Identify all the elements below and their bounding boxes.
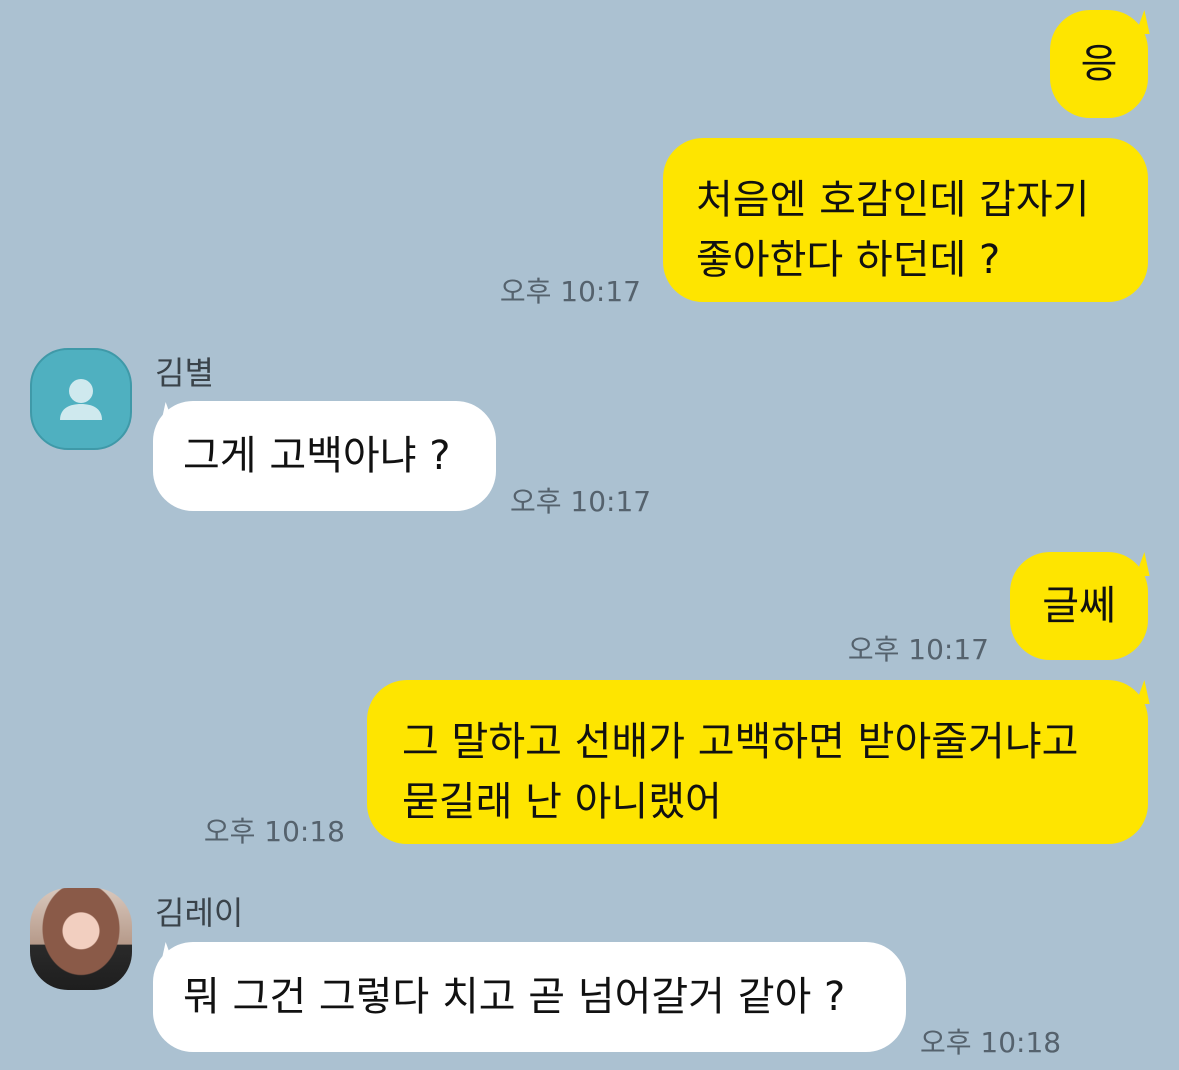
bubble-tail <box>1135 680 1173 704</box>
bubble-tail <box>1135 552 1173 576</box>
my-message-bubble[interactable]: 글쎄 <box>1010 552 1148 660</box>
my-message-bubble[interactable]: 처음엔 호감인데 갑자기 좋아한다 하던데 ? <box>663 138 1148 302</box>
their-message-bubble[interactable]: 뭐 그건 그렇다 치고 곧 넘어갈거 같아 ? <box>153 942 906 1052</box>
message-timestamp: 오후 10:18 <box>203 815 345 848</box>
default-person-icon <box>60 379 102 420</box>
avatar[interactable] <box>30 888 132 990</box>
message-timestamp: 오후 10:17 <box>847 633 989 666</box>
my-message-bubble[interactable]: 그 말하고 선배가 고백하면 받아줄거냐고 묻길래 난 아니랬어 <box>367 680 1148 844</box>
bubble-tail <box>1135 10 1173 34</box>
message-timestamp: 오후 10:18 <box>920 1026 1062 1059</box>
profile-photo <box>30 888 132 990</box>
chat-screen: { "messages": [ {"sender": "me", "text":… <box>0 0 1179 1070</box>
sender-name: 김별 <box>155 354 214 392</box>
their-message-bubble[interactable]: 그게 고백아냐 ? <box>153 401 496 511</box>
message-timestamp: 오후 10:17 <box>499 275 641 308</box>
sender-name: 김레이 <box>155 894 244 932</box>
avatar[interactable] <box>30 348 132 450</box>
message-timestamp: 오후 10:17 <box>510 485 652 518</box>
my-message-bubble[interactable]: 응 <box>1050 10 1148 118</box>
